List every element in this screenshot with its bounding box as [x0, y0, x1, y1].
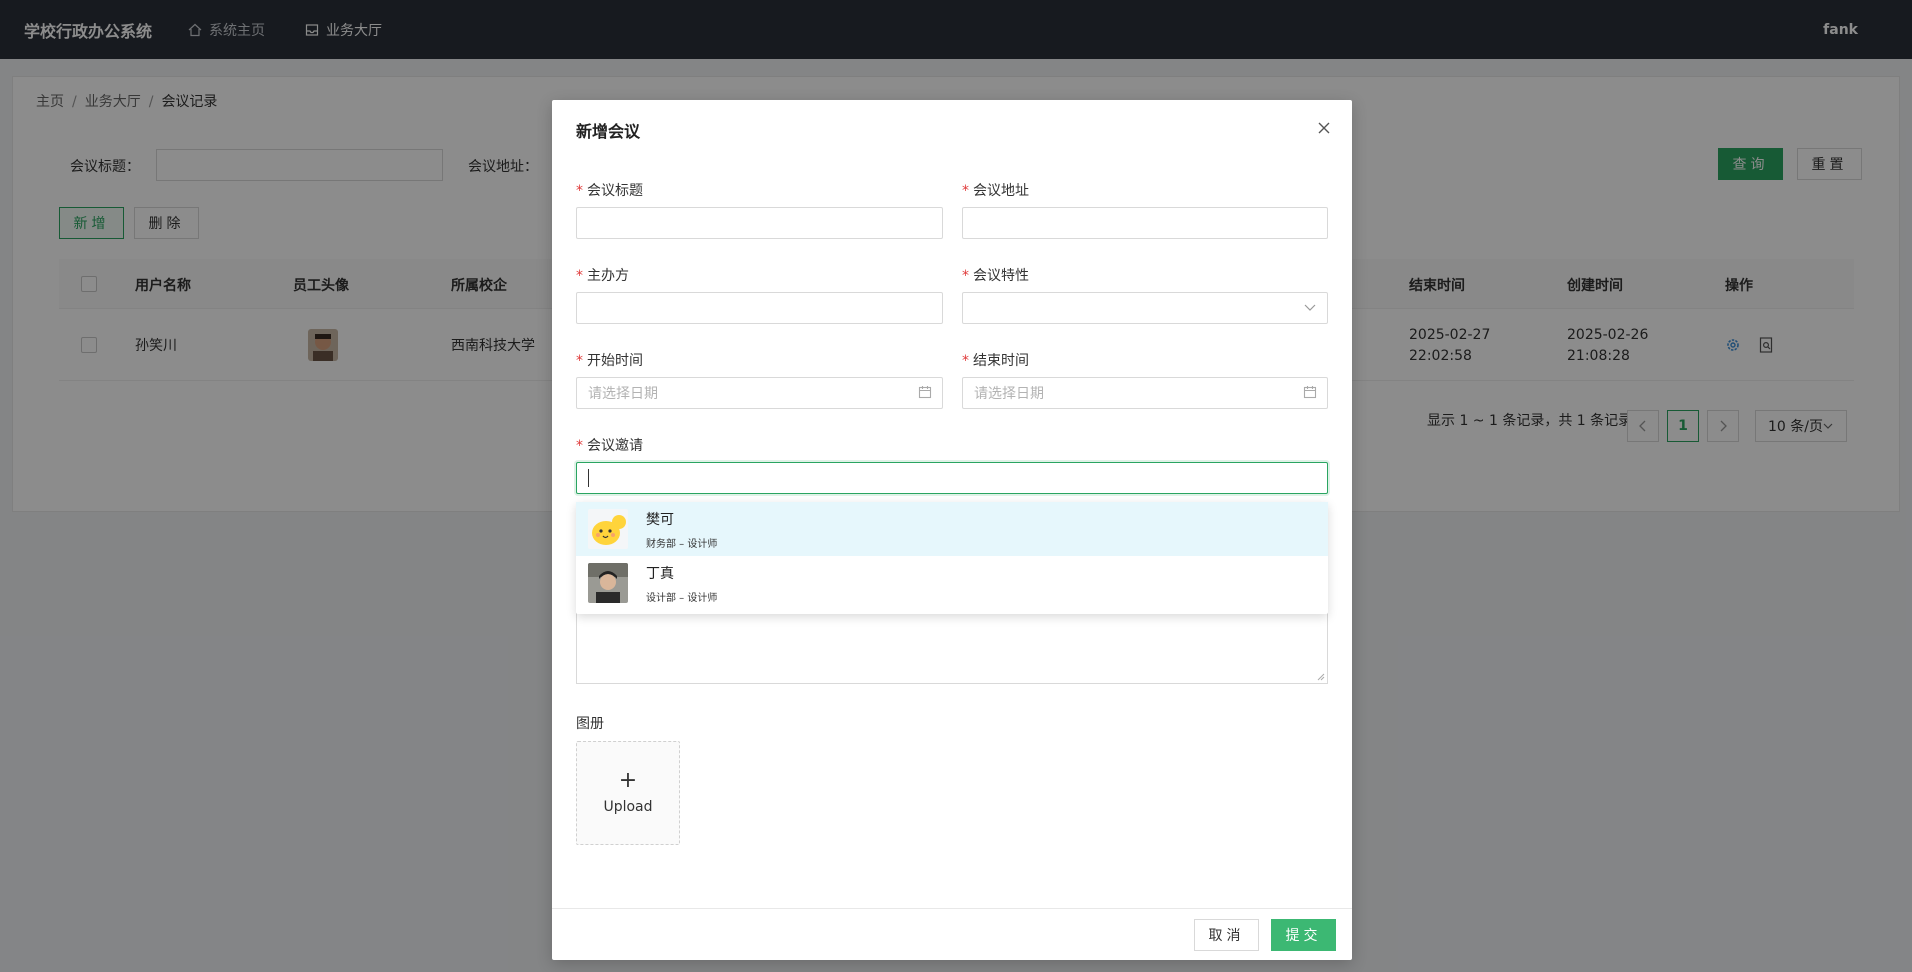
end-date-placeholder: 请选择日期 [974, 386, 1044, 402]
meeting-title-label: * 会议标题 [576, 183, 643, 199]
meeting-nature-select[interactable] [962, 292, 1328, 324]
modal-title: 新增会议 [576, 122, 641, 141]
meeting-address-input[interactable] [962, 207, 1328, 239]
invite-option-name: 丁真 [646, 565, 674, 582]
end-date-picker[interactable]: 请选择日期 [962, 377, 1328, 409]
invite-label: * 会议邀请 [576, 438, 643, 454]
start-time-label: * 开始时间 [576, 353, 643, 369]
close-icon[interactable] [1314, 118, 1334, 138]
meeting-title-label-text: 会议标题 [587, 183, 643, 199]
invite-option[interactable]: 樊可 财务部 – 设计师 [576, 502, 1328, 556]
start-time-label-text: 开始时间 [587, 353, 643, 369]
meeting-address-label-text: 会议地址 [973, 183, 1029, 199]
invite-option-name: 樊可 [646, 511, 674, 528]
avatar [588, 563, 628, 603]
chevron-down-icon [1303, 300, 1317, 318]
upload-button[interactable]: + Upload [576, 741, 680, 845]
invite-label-text: 会议邀请 [587, 438, 643, 454]
cancel-button[interactable]: 取消 [1194, 919, 1259, 951]
end-time-label: * 结束时间 [962, 353, 1029, 369]
resize-handle-icon [1317, 673, 1325, 681]
upload-label: Upload [603, 799, 653, 815]
meeting-content-textarea[interactable] [576, 610, 1328, 684]
meeting-address-label: * 会议地址 [962, 183, 1029, 199]
organizer-label-text: 主办方 [587, 268, 629, 284]
invite-option-desc: 设计部 – 设计师 [646, 592, 718, 604]
avatar [588, 509, 628, 549]
meeting-title-input[interactable] [576, 207, 943, 239]
meeting-nature-label-text: 会议特性 [973, 268, 1029, 284]
modal-footer: 取消 提交 [552, 908, 1352, 960]
add-meeting-modal: 新增会议 * 会议标题 * 会议地址 * 主办方 * 会议特性 * 开始时间 请选择日期 … [552, 100, 1352, 960]
text-caret [588, 469, 589, 487]
start-date-picker[interactable]: 请选择日期 [576, 377, 943, 409]
invite-option-desc: 财务部 – 设计师 [646, 538, 718, 550]
end-time-label-text: 结束时间 [973, 353, 1029, 369]
organizer-input[interactable] [576, 292, 943, 324]
calendar-icon [918, 385, 932, 403]
calendar-icon [1303, 385, 1317, 403]
submit-button[interactable]: 提交 [1271, 919, 1336, 951]
plus-icon: + [618, 768, 638, 793]
invite-search-input[interactable] [576, 462, 1328, 494]
invite-option[interactable]: 丁真 设计部 – 设计师 [576, 556, 1328, 610]
invite-dropdown: 樊可 财务部 – 设计师 丁真 设计部 – 设计师 [576, 502, 1328, 614]
start-date-placeholder: 请选择日期 [588, 386, 658, 402]
meeting-nature-label: * 会议特性 [962, 268, 1029, 284]
album-label: 图册 [576, 716, 604, 732]
organizer-label: * 主办方 [576, 268, 629, 284]
